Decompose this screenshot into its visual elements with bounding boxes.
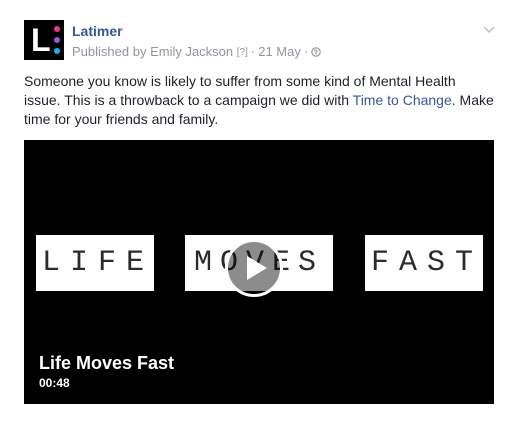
avatar-dot-blue xyxy=(54,48,60,54)
play-icon xyxy=(247,256,267,280)
video-player[interactable]: LIFE MOVES FAST Life Moves Fast 00:48 xyxy=(24,140,494,404)
post-date-link[interactable]: 21 May xyxy=(258,44,301,59)
post-meta: Published by Emily Jackson [?] · 21 May · xyxy=(72,44,322,60)
page-avatar[interactable]: L xyxy=(24,20,64,60)
meta-separator: · xyxy=(250,44,256,59)
video-duration: 00:48 xyxy=(39,376,70,390)
meta-separator: · xyxy=(303,44,309,59)
help-link[interactable]: [?] xyxy=(237,47,248,58)
post-text: Someone you know is likely to suffer fro… xyxy=(24,72,494,129)
author-link[interactable]: Emily Jackson xyxy=(150,44,233,59)
globe-icon[interactable] xyxy=(311,45,322,60)
avatar-letter: L xyxy=(31,22,51,58)
published-by-label: Published by xyxy=(72,44,151,59)
video-title: Life Moves Fast xyxy=(39,353,175,373)
feed-post: L Latimer Published by Emily Jackson [?]… xyxy=(0,0,513,428)
play-button[interactable] xyxy=(225,239,283,297)
page-name-link[interactable]: Latimer xyxy=(72,23,123,39)
time-to-change-link[interactable]: Time to Change xyxy=(353,92,452,108)
chevron-down-icon[interactable] xyxy=(482,22,496,34)
frame-word-card: LIFE xyxy=(36,235,154,291)
frame-word-card: FAST xyxy=(365,235,483,291)
avatar-dot-pink xyxy=(54,26,60,32)
avatar-dot-purple xyxy=(54,37,60,43)
